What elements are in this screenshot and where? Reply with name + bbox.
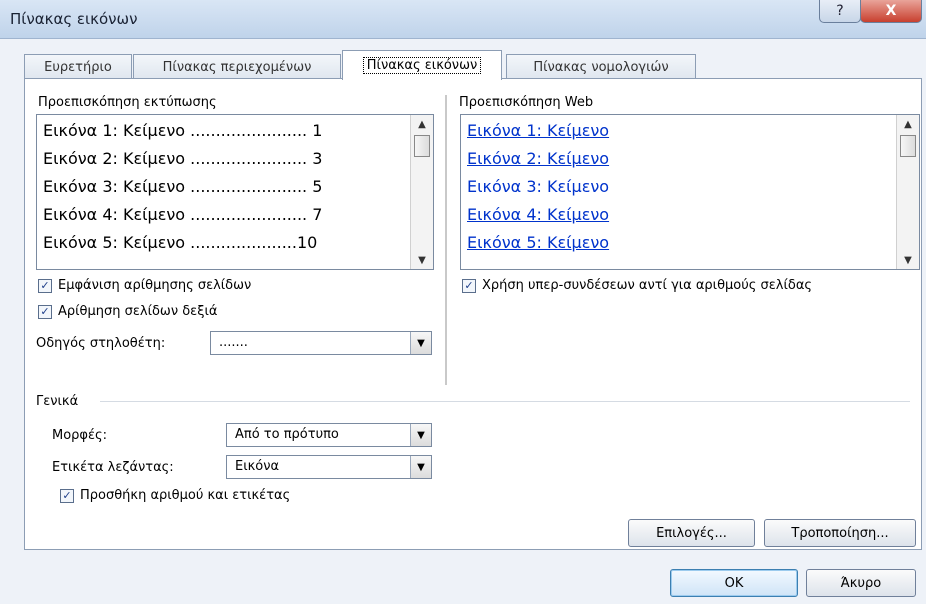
print-preview-list[interactable]: Εικόνα 1: Κείμενο ......................… [36, 114, 434, 270]
tab-leader-label: Οδηγός στηλοθέτη: [36, 336, 166, 351]
scroll-thumb[interactable] [900, 135, 916, 157]
list-item-link[interactable]: Εικόνα 4: Κείμενο [467, 205, 609, 224]
use-hyperlinks-checkbox[interactable]: ✓ Χρήση υπερ-συνδέσεων αντί για αριθμούς… [462, 278, 812, 293]
include-label-checkbox[interactable]: ✓ Προσθήκη αριθμού και ετικέτας [60, 488, 290, 503]
checkbox-label: Χρήση υπερ-συνδέσεων αντί για αριθμούς σ… [482, 278, 813, 293]
help-button[interactable]: ? [819, 0, 861, 23]
tab-label: Πίνακας νομολογιών [533, 59, 669, 75]
select-value: Από το πρότυπο [235, 427, 339, 442]
checkmark-icon: ✓ [462, 278, 476, 293]
web-preview-list[interactable]: Εικόνα 1: Κείμενο Εικόνα 2: Κείμενο Εικό… [460, 114, 920, 270]
tab-index[interactable]: Ευρετήριο [24, 54, 132, 79]
button-label: Άκυρο [840, 575, 882, 591]
title-bar: Πίνακας εικόνων ? X [0, 0, 926, 39]
button-label: Επιλογές... [656, 525, 727, 541]
button-label: OK [724, 575, 744, 591]
tab-table-of-figures[interactable]: Πίνακας εικόνων [342, 50, 502, 80]
vertical-divider [445, 95, 447, 385]
vertical-scrollbar[interactable]: ▲ ▼ [410, 115, 433, 269]
list-item-link[interactable]: Εικόνα 2: Κείμενο [467, 149, 609, 168]
general-group-label: Γενικά [36, 394, 79, 409]
scroll-thumb[interactable] [414, 135, 430, 157]
list-item: Εικόνα 3: Κείμενο ......................… [43, 177, 323, 196]
select-value: Εικόνα [235, 459, 280, 474]
tab-table-of-authorities[interactable]: Πίνακας νομολογιών [506, 54, 696, 79]
ok-button[interactable]: OK [670, 569, 798, 597]
scroll-down-icon[interactable]: ▼ [897, 251, 919, 269]
help-icon: ? [836, 3, 844, 19]
list-item: Εικόνα 4: Κείμενο ......................… [43, 205, 323, 224]
formats-label: Μορφές: [52, 428, 108, 443]
web-preview-label: Προεπισκόπηση Web [459, 95, 594, 110]
chevron-down-icon: ▼ [410, 424, 431, 446]
checkmark-icon: ✓ [38, 304, 52, 319]
tab-table-of-contents[interactable]: Πίνακας περιεχομένων [133, 54, 341, 79]
close-icon: X [885, 3, 897, 19]
show-page-numbers-checkbox[interactable]: ✓ Εμφάνιση αρίθμησης σελίδων [38, 278, 251, 293]
checkmark-icon: ✓ [38, 278, 52, 293]
checkmark-icon: ✓ [60, 488, 74, 503]
list-item: Εικόνα 1: Κείμενο ......................… [43, 121, 323, 140]
print-preview-label: Προεπισκόπηση εκτύπωσης [38, 95, 217, 110]
button-label: Τροποποίηση... [791, 525, 889, 541]
scroll-up-icon[interactable]: ▲ [411, 115, 433, 133]
close-button[interactable]: X [860, 0, 922, 23]
list-item-link[interactable]: Εικόνα 3: Κείμενο [467, 177, 609, 196]
modify-button[interactable]: Τροποποίηση... [764, 519, 916, 547]
chevron-down-icon: ▼ [410, 456, 431, 478]
tab-label: Ευρετήριο [44, 59, 112, 75]
select-value: ....... [219, 335, 248, 350]
chevron-down-icon: ▼ [410, 332, 431, 354]
list-item: Εικόνα 5: Κείμενο .....................1… [43, 233, 318, 252]
list-item-link[interactable]: Εικόνα 1: Κείμενο [467, 121, 609, 140]
caption-label-label: Ετικέτα λεζάντας: [52, 460, 174, 475]
formats-select[interactable]: Από το πρότυπο ▼ [226, 423, 432, 447]
right-align-checkbox[interactable]: ✓ Αρίθμηση σελίδων δεξιά [38, 304, 217, 319]
checkbox-label: Εμφάνιση αρίθμησης σελίδων [58, 278, 252, 293]
scroll-down-icon[interactable]: ▼ [411, 251, 433, 269]
checkbox-label: Προσθήκη αριθμού και ετικέτας [80, 488, 291, 503]
list-item: Εικόνα 2: Κείμενο ......................… [43, 149, 323, 168]
tab-label: Πίνακας εικόνων [362, 57, 482, 74]
checkbox-label: Αρίθμηση σελίδων δεξιά [58, 304, 218, 319]
tab-label: Πίνακας περιεχομένων [162, 59, 312, 75]
options-button[interactable]: Επιλογές... [628, 519, 755, 547]
vertical-scrollbar[interactable]: ▲ ▼ [896, 115, 919, 269]
dialog-window: Πίνακας εικόνων ? X Ευρετήριο Πίνακας πε… [0, 0, 926, 604]
caption-label-select[interactable]: Εικόνα ▼ [226, 455, 432, 479]
window-title: Πίνακας εικόνων [10, 10, 138, 28]
tab-leader-select[interactable]: ....... ▼ [210, 331, 432, 355]
scroll-up-icon[interactable]: ▲ [897, 115, 919, 133]
cancel-button[interactable]: Άκυρο [806, 569, 916, 597]
group-divider [100, 401, 910, 402]
list-item-link[interactable]: Εικόνα 5: Κείμενο [467, 233, 609, 252]
